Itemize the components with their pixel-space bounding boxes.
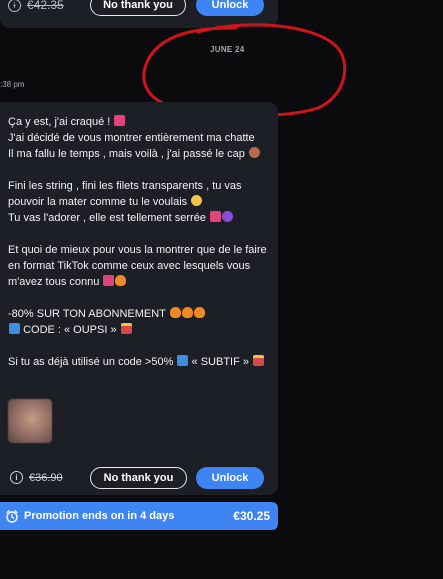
message-line: Et quoi de mieux pour vous la montrer qu…: [8, 244, 267, 256]
locked-media-thumbnail[interactable]: [8, 399, 52, 443]
message-timestamp: :38 pm: [0, 80, 25, 89]
previous-price: i €42.35: [8, 0, 64, 12]
smile-emoji-icon: [191, 195, 203, 206]
message-line: Fini les string , fini les filets transp…: [8, 180, 242, 192]
unlock-button[interactable]: Unlock: [196, 0, 264, 16]
eggplant-emoji-icon: [222, 211, 234, 222]
date-separator: JUNE 24: [210, 45, 245, 54]
fire-emoji-icon: [115, 275, 127, 286]
gift-emoji-icon: [253, 355, 265, 366]
old-price: €36.90: [29, 471, 63, 484]
message-line: m'avez tous connu: [8, 276, 100, 288]
face-emoji-icon: [103, 275, 115, 286]
message-line: -80% SUR TON ABONNEMENT: [8, 308, 166, 320]
gift-emoji-icon: [120, 323, 132, 334]
message-line: « SUBTIF »: [191, 356, 250, 368]
ppv-actions: i €36.90 No thank you Unlock: [0, 466, 278, 492]
face-emoji-icon: [114, 115, 126, 126]
promotion-text: Promotion ends on in 4 days: [24, 510, 175, 522]
message-line: Si tu as déjà utilisé un code >50%: [8, 356, 174, 368]
message-line: Il ma fallu le temps , mais voilà , j'ai…: [8, 148, 245, 160]
ppv-price: i €36.90: [10, 471, 63, 484]
fire-emoji-icon: [193, 307, 205, 318]
previous-old-price: €42.35: [27, 0, 64, 12]
monkey-emoji-icon: [248, 147, 260, 158]
alarm-clock-icon: [6, 510, 18, 523]
message-line: J'ai décidé de vous montrer entièrement …: [8, 132, 255, 144]
info-icon[interactable]: i: [10, 471, 23, 484]
message-line: pouvoir la mater comme tu le voulais: [8, 196, 188, 208]
chat-page: i €42.35 No thank you Unlock JUNE 24 :38…: [0, 0, 443, 579]
message-line: Tu vas l'adorer , elle est tellement ser…: [8, 212, 206, 224]
message-line: CODE : « OUPSI »: [23, 324, 117, 336]
fire-emoji-icon: [181, 307, 193, 318]
no-thank-you-button[interactable]: No thank you: [90, 0, 186, 16]
no-thank-you-button[interactable]: No thank you: [90, 467, 187, 489]
promotion-price: €30.25: [233, 509, 270, 523]
fire-emoji-icon: [169, 307, 181, 318]
info-icon[interactable]: i: [8, 0, 21, 12]
message-text: Ça y est, j'ai craqué ! J'ai décidé de v…: [8, 114, 270, 370]
message-line: Ça y est, j'ai craqué !: [8, 116, 111, 128]
arrow-right-emoji-icon: [9, 323, 20, 334]
promotion-info: Promotion ends on in 4 days: [5, 509, 174, 523]
unlock-button[interactable]: Unlock: [196, 467, 264, 489]
message-bubble: Ça y est, j'ai craqué ! J'ai décidé de v…: [0, 102, 278, 495]
message-line: en format TikTok comme ceux avec lesquel…: [8, 260, 251, 272]
arrow-right-emoji-icon: [177, 355, 189, 366]
face-emoji-icon: [210, 211, 222, 222]
promotion-bar[interactable]: Promotion ends on in 4 days €30.25: [0, 502, 278, 530]
